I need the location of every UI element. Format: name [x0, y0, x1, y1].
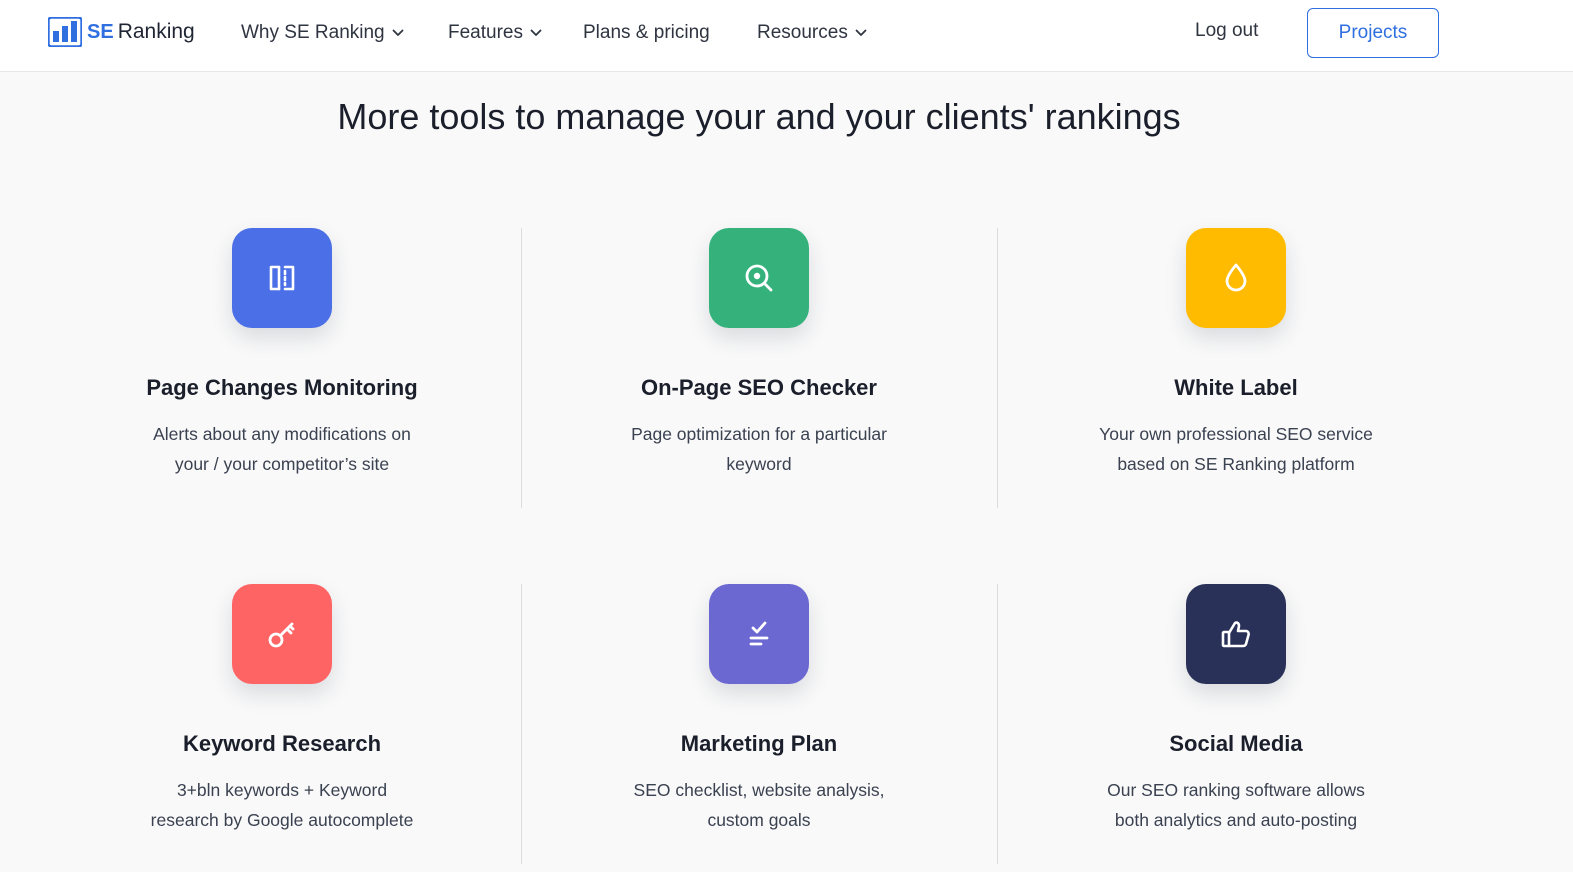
tool-card-keyword-research[interactable]: Keyword Research 3+bln keywords + Keywor… [82, 584, 482, 835]
tool-description-line: based on SE Ranking platform [1117, 454, 1355, 474]
nav-why-se-ranking-label: Why SE Ranking [241, 22, 385, 43]
tool-title: On-Page SEO Checker [641, 375, 877, 400]
tool-title: Page Changes Monitoring [146, 375, 418, 400]
drop-icon [1186, 228, 1286, 328]
column-divider [997, 584, 998, 864]
tool-description-line: Page optimization for a particular [631, 424, 887, 444]
nav-why-se-ranking[interactable]: Why SE Ranking [241, 20, 404, 46]
tool-description-line: research by Google autocomplete [150, 810, 414, 830]
nav-features-label: Features [448, 22, 523, 43]
se-ranking-logo[interactable]: SE Ranking [48, 16, 195, 48]
tool-card-social-media[interactable]: Social Media Our SEO ranking software al… [1036, 584, 1436, 835]
logout-link[interactable]: Log out [1195, 20, 1258, 42]
projects-button[interactable]: Projects [1307, 8, 1439, 58]
search-icon [709, 228, 809, 328]
column-divider [997, 228, 998, 508]
nav-resources[interactable]: Resources [757, 20, 867, 46]
tool-title: Social Media [1169, 731, 1303, 756]
column-divider [521, 228, 522, 508]
chevron-down-icon [530, 29, 542, 36]
nav-features[interactable]: Features [448, 20, 542, 46]
tool-description-line: Your own professional SEO service [1099, 424, 1373, 444]
tool-description: SEO checklist, website analysis, custom … [609, 775, 909, 835]
tool-description: Your own professional SEO service based … [1086, 419, 1386, 479]
tool-description-line: Alerts about any modifications on [153, 424, 411, 444]
split-page-icon [232, 228, 332, 328]
tool-description: Our SEO ranking software allows both ana… [1086, 775, 1386, 835]
tool-description-line: Our SEO ranking software allows [1107, 780, 1365, 800]
tool-description-line: keyword [726, 454, 792, 474]
tool-title: Marketing Plan [680, 731, 838, 756]
tool-title: White Label [1174, 375, 1298, 400]
tool-card-on-page-seo-checker[interactable]: On-Page SEO Checker Page optimization fo… [559, 228, 959, 479]
tool-description-line: custom goals [707, 810, 811, 830]
top-navbar: SE Ranking Why SE Ranking Features Plans… [0, 0, 1573, 72]
tool-description-line: SEO checklist, website analysis, [633, 780, 885, 800]
column-divider [521, 584, 522, 864]
tool-description: Page optimization for a particular keywo… [609, 419, 909, 479]
tool-description: 3+bln keywords + Keyword research by Goo… [132, 775, 432, 835]
chevron-down-icon [392, 29, 404, 36]
tool-card-white-label[interactable]: White Label Your own professional SEO se… [1036, 228, 1436, 479]
logo-se-text: SE [87, 20, 114, 43]
key-icon [232, 584, 332, 684]
nav-resources-label: Resources [757, 22, 848, 43]
nav-plans-pricing-label: Plans & pricing [583, 22, 710, 43]
tool-title: Keyword Research [182, 731, 382, 756]
tool-card-marketing-plan[interactable]: Marketing Plan SEO checklist, website an… [559, 584, 959, 835]
section-title: More tools to manage your and your clien… [337, 96, 1181, 137]
nav-plans-pricing[interactable]: Plans & pricing [583, 20, 710, 46]
checklist-icon [709, 584, 809, 684]
tool-description-line: your / your competitor’s site [174, 454, 390, 474]
thumbs-up-icon [1186, 584, 1286, 684]
bar-chart-logo-icon [48, 17, 82, 47]
logo-ranking-text: Ranking [117, 20, 195, 43]
chevron-down-icon [855, 29, 867, 36]
tool-description-line: both analytics and auto-posting [1114, 810, 1358, 830]
tool-card-page-changes-monitoring[interactable]: Page Changes Monitoring Alerts about any… [82, 228, 482, 479]
tool-description-line: 3+bln keywords + Keyword [176, 780, 388, 800]
tool-description: Alerts about any modifications on your /… [132, 419, 432, 479]
